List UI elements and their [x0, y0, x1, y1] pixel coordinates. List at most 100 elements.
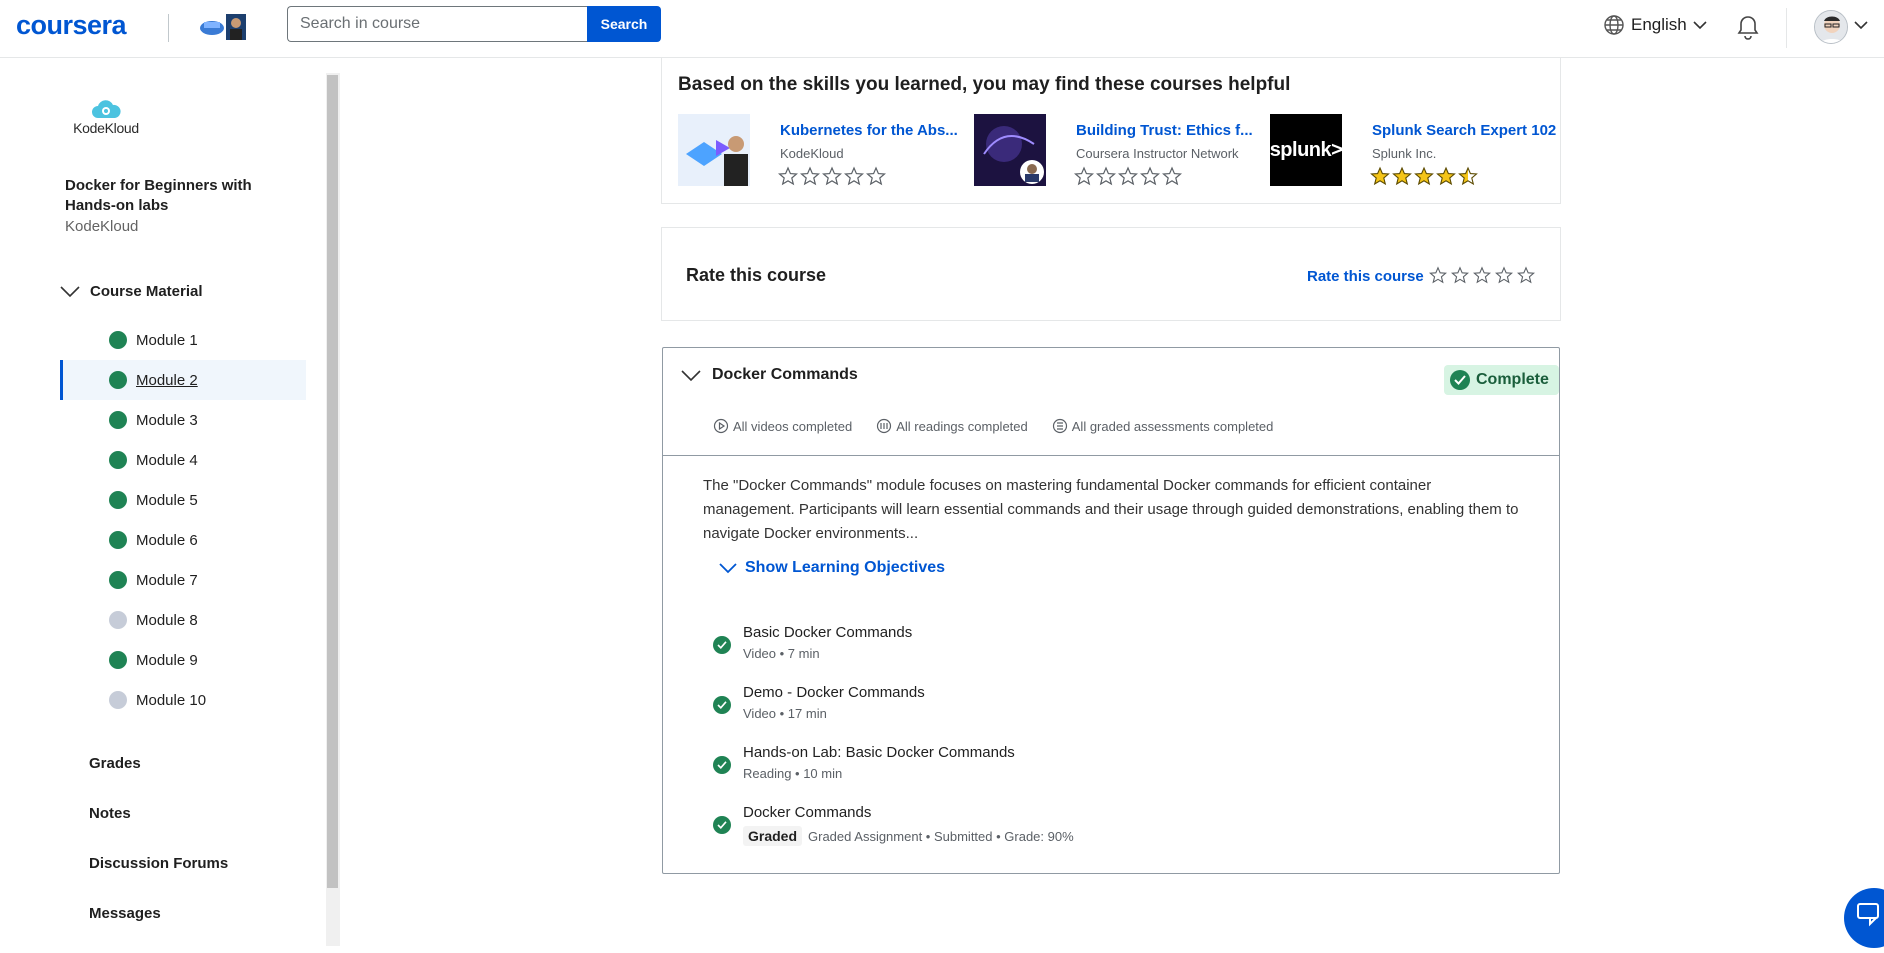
star-empty-icon[interactable] [1495, 266, 1513, 284]
play-circle-icon [713, 418, 729, 434]
module-label: Module 4 [136, 451, 198, 469]
chevron-down-icon [1693, 21, 1707, 30]
user-avatar[interactable] [1814, 10, 1848, 44]
check-icon [1450, 370, 1470, 390]
chat-support-button[interactable] [1844, 888, 1884, 948]
list-item[interactable]: Hands-on Lab: Basic Docker Commands Read… [713, 744, 1533, 804]
item-meta: Graded Graded Assignment • Submitted • G… [743, 826, 1074, 846]
sidebar-item-messages[interactable]: Messages [89, 905, 161, 922]
module-label: Module 1 [136, 331, 198, 349]
course-material-label: Course Material [90, 283, 203, 300]
complete-badge: Complete [1444, 365, 1559, 395]
sidebar-item-module-3[interactable]: Module 3 [60, 400, 306, 440]
search-button[interactable]: Search [587, 6, 661, 42]
rate-stars [1429, 266, 1535, 284]
sidebar-item-module-9[interactable]: Module 9 [60, 640, 306, 680]
assessments-stat: All graded assessments completed [1052, 418, 1274, 434]
star-empty-icon [778, 166, 798, 186]
sidebar-item-module-8[interactable]: Module 8 [60, 600, 306, 640]
sidebar-item-module-4[interactable]: Module 4 [60, 440, 306, 480]
sidebar-scrollbar-thumb[interactable] [327, 75, 338, 888]
recommended-course-2[interactable]: Building Trust: Ethics f... Coursera Ins… [974, 114, 1253, 188]
star-empty-icon[interactable] [1451, 266, 1469, 284]
readings-stat-label: All readings completed [896, 418, 1028, 434]
star-rating [778, 166, 886, 186]
module-label: Module 8 [136, 611, 198, 629]
check-icon [713, 696, 731, 714]
assessments-stat-label: All graded assessments completed [1071, 418, 1274, 434]
star-empty-icon[interactable] [1517, 266, 1535, 284]
incomplete-circle-icon [109, 691, 127, 709]
language-selector[interactable]: English [1603, 14, 1707, 36]
module-label: Module 3 [136, 411, 198, 429]
graded-badge: Graded [743, 826, 803, 846]
list-item[interactable]: Basic Docker Commands Video • 7 min [713, 624, 1533, 684]
recommended-course-1[interactable]: Kubernetes for the Abs... KodeKloud [678, 114, 958, 188]
logo-divider [168, 14, 169, 42]
module-title: Docker Commands [712, 366, 858, 383]
item-meta: Video • 17 min [743, 706, 827, 721]
sidebar-item-module-1[interactable]: Module 1 [60, 320, 306, 360]
item-name[interactable]: Basic Docker Commands [743, 624, 912, 641]
sidebar-item-module-10[interactable]: Module 10 [60, 680, 306, 720]
star-empty-icon [1140, 166, 1160, 186]
star-rating [1370, 166, 1478, 186]
sidebar-item-notes[interactable]: Notes [89, 805, 131, 822]
course-partner: KodeKloud [65, 218, 139, 235]
course-org: KodeKloud [780, 146, 844, 161]
sidebar-item-discussion-forums[interactable]: Discussion Forums [89, 855, 228, 872]
cloud-icon [92, 100, 121, 118]
sidebar-item-grades[interactable]: Grades [89, 755, 141, 772]
rate-title: Rate this course [686, 265, 827, 285]
star-filled-icon [1370, 166, 1390, 186]
chevron-down-icon[interactable] [681, 370, 701, 382]
star-half-icon [1458, 166, 1478, 186]
check-icon [109, 371, 127, 389]
item-name[interactable]: Demo - Docker Commands [743, 684, 925, 701]
objectives-label: Show Learning Objectives [745, 559, 946, 576]
star-empty-icon [1074, 166, 1094, 186]
notifications-bell-icon[interactable] [1736, 14, 1760, 45]
course-thumbnail [974, 114, 1046, 186]
star-empty-icon [1096, 166, 1116, 186]
partner-logo-icon[interactable] [196, 12, 248, 42]
module-label: Module 10 [136, 691, 207, 709]
course-title: Docker for Beginners with Hands-on labs [65, 177, 252, 214]
star-empty-icon[interactable] [1473, 266, 1491, 284]
item-meta-text: Reading • 10 min [743, 766, 843, 781]
check-icon [713, 756, 731, 774]
star-filled-icon [1392, 166, 1412, 186]
coursera-logo[interactable]: coursera [16, 10, 127, 41]
course-name[interactable]: Splunk Search Expert 102 [1372, 122, 1556, 139]
module-card: Docker Commands Complete All videos comp… [662, 347, 1560, 874]
item-meta-text: Video • 7 min [743, 646, 820, 661]
sidebar-item-module-7[interactable]: Module 7 [60, 560, 306, 600]
course-name[interactable]: Kubernetes for the Abs... [780, 122, 958, 139]
item-name[interactable]: Docker Commands [743, 804, 871, 821]
show-learning-objectives-button[interactable]: Show Learning Objectives [719, 559, 945, 577]
book-icon [877, 418, 892, 434]
check-icon [109, 651, 127, 669]
partner-logo-text: KodeKloud [73, 120, 139, 136]
videos-stat-label: All videos completed [733, 418, 853, 434]
star-empty-icon[interactable] [1429, 266, 1447, 284]
course-material-toggle[interactable]: Course Material [60, 283, 203, 300]
search-input[interactable] [287, 6, 587, 42]
check-icon [109, 411, 127, 429]
sidebar-item-module-2[interactable]: Module 2 [60, 360, 306, 400]
check-icon [109, 531, 127, 549]
course-name[interactable]: Building Trust: Ethics f... [1076, 122, 1253, 139]
star-empty-icon [800, 166, 820, 186]
list-item[interactable]: Docker Commands Graded Graded Assignment… [713, 804, 1533, 864]
course-thumbnail [678, 114, 750, 186]
sidebar-item-module-5[interactable]: Module 5 [60, 480, 306, 520]
course-search: Search [287, 6, 661, 42]
sidebar-item-module-6[interactable]: Module 6 [60, 520, 306, 560]
item-name[interactable]: Hands-on Lab: Basic Docker Commands [743, 744, 1015, 761]
recommended-course-3[interactable]: splunk> Splunk Search Expert 102 Splunk … [1270, 114, 1556, 188]
module-card-header[interactable]: Docker Commands Complete All videos comp… [663, 348, 1559, 456]
module-stats: All videos completed All readings comple… [713, 418, 1273, 434]
account-menu-chevron-icon[interactable] [1854, 20, 1868, 30]
rate-course-link[interactable]: Rate this course [1307, 268, 1424, 285]
list-item[interactable]: Demo - Docker Commands Video • 17 min [713, 684, 1533, 744]
